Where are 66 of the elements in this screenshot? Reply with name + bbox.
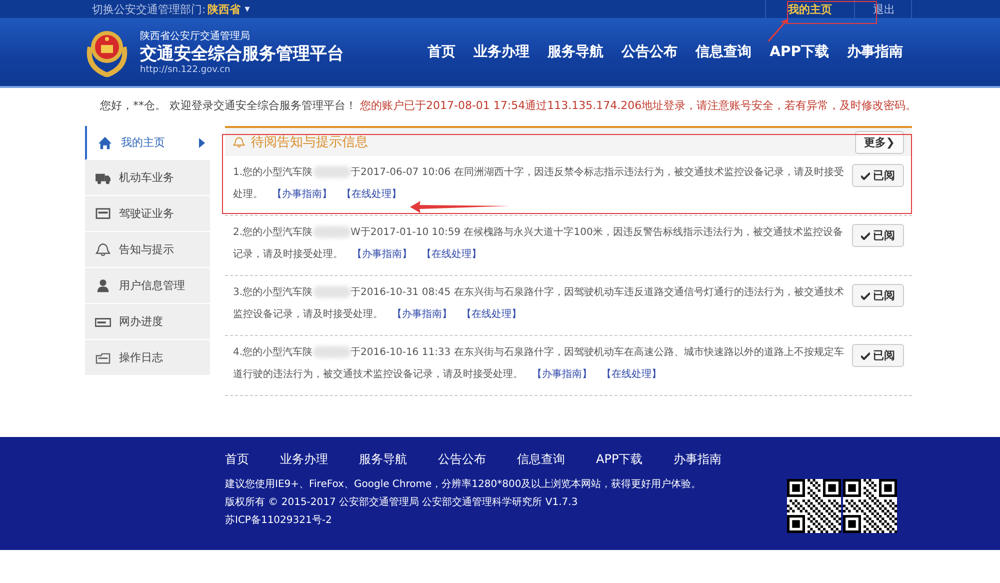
notice-text: 4.您的小型汽车陕 于2016-10-16 11:33 在东兴街与石泉路什字，因驾驶机动车在高速公路、城市快速路以外的道路上不按规定车道行驶的违法行为，被交通技术监控设备记录，请及时接受处理。 【办事指南】 【在线处理】	[233, 345, 844, 382]
read-button[interactable]: 已阅	[852, 224, 904, 247]
footer-link[interactable]: 信息查询	[517, 451, 565, 468]
sidebar-item[interactable]: 驾驶证业务	[85, 196, 210, 232]
footer-link[interactable]: 业务办理	[280, 451, 328, 468]
login-warning: 您的账户已于2017-08-01 17:54通过113.135.174.206地址登录，请注意账号安全，若有异常，及时修改密码。	[360, 99, 917, 112]
footer-link[interactable]: 办事指南	[674, 451, 722, 468]
nav-link[interactable]: 公告公布	[612, 43, 687, 61]
panel-title: 待阅告知与提示信息	[251, 134, 368, 151]
sidebar-item[interactable]: 网办进度	[85, 304, 210, 340]
card-icon	[95, 206, 111, 220]
read-button[interactable]: 已阅	[852, 284, 904, 307]
check-icon	[861, 352, 870, 360]
more-button[interactable]: 更多❯	[854, 130, 904, 154]
notice-link[interactable]: 【在线处理】	[601, 369, 662, 380]
user-icon	[95, 278, 111, 292]
welcome-text: 您好，**仓。 欢迎登录交通安全综合服务管理平台！	[100, 99, 356, 112]
nav-link[interactable]: 首页	[418, 43, 465, 61]
notice-text: 3.您的小型汽车陕 于2016-10-31 08:45 在东兴街与石泉路什字，因驾驶机动车违反道路交通信号灯通行的违法行为，被交通技术监控设备记录，请及时接受处理。 【办事指南】 【在线处理】	[233, 285, 844, 322]
sidebar-item[interactable]: 用户信息管理	[85, 268, 210, 304]
blurred-plate	[312, 166, 351, 178]
read-button[interactable]: 已阅	[852, 164, 904, 187]
notice-link[interactable]: 【在线处理】	[421, 249, 482, 260]
organization-name: 陕西省公安厅交通管理局	[140, 30, 251, 43]
check-icon	[861, 172, 870, 180]
check-icon	[861, 232, 870, 240]
caret-icon[interactable]: ▾	[244, 4, 250, 14]
department-label: 切换公安交通管理部门:	[92, 2, 206, 16]
notice-link[interactable]: 【办事指南】	[392, 309, 452, 320]
check-icon	[861, 292, 870, 300]
footer-link[interactable]: 服务导航	[359, 451, 407, 468]
sidebar-item[interactable]: 告知与提示	[85, 232, 210, 268]
home-icon	[97, 136, 113, 150]
notice-link[interactable]: 【办事指南】	[272, 189, 332, 200]
notice-link[interactable]: 【在线处理】	[341, 189, 402, 200]
bell-icon	[95, 242, 111, 256]
nav-link[interactable]: APP下载	[760, 43, 838, 61]
site-title: 交通安全综合服务管理平台	[140, 43, 344, 65]
footer-text: 建议您使用IE9+、FireFox、Google Chrome，分辨率1280*800及以上浏览本网站，获得更好用户体验。	[225, 478, 702, 492]
footer-text: 苏ICP备11029321号-2	[225, 514, 333, 528]
site-url: http://sn.122.gov.cn	[140, 65, 232, 75]
blurred-plate	[312, 286, 351, 298]
blurred-plate	[312, 346, 351, 358]
footer-link[interactable]: 首页	[225, 451, 249, 468]
sidebar-item[interactable]: 操作日志	[85, 340, 210, 376]
notice-link[interactable]: 【办事指南】	[352, 249, 412, 260]
notice-link[interactable]: 【在线处理】	[461, 309, 522, 320]
bell-icon	[233, 136, 245, 148]
footer-link[interactable]: 公告公布	[438, 451, 486, 468]
notice-link[interactable]: 【办事指南】	[532, 369, 592, 380]
read-button[interactable]: 已阅	[852, 344, 904, 367]
province-dropdown[interactable]: 陕西省	[208, 2, 241, 16]
qr-code-icon	[843, 479, 897, 533]
nav-link[interactable]: 信息查询	[686, 43, 761, 61]
blurred-plate	[312, 226, 351, 238]
sidebar-item[interactable]: 机动车业务	[85, 160, 210, 196]
annotation-arrow	[766, 18, 790, 42]
nav-link[interactable]: 办事指南	[838, 43, 912, 61]
notice-text: 1.您的小型汽车陕 于2017-06-07 10:06 在同洲湖西十字，因违反禁令标志指示违法行为，被交通技术监控设备记录，请及时接受处理。 【办事指南】 【在线处理】	[233, 165, 844, 202]
nav-link[interactable]: 服务导航	[538, 43, 613, 61]
qr-code-icon	[787, 479, 841, 533]
footer-text: 版权所有 © 2015-2017 公安部交通管理局 公安部交通管理科学研究所 V1.7.3	[225, 496, 579, 510]
nav-link[interactable]: 业务办理	[464, 43, 539, 61]
footer-link[interactable]: APP下载	[596, 451, 643, 468]
notice-text: 2.您的小型汽车陕 W于2017-01-10 10:59 在候槐路与永兴大道十字100米，因违反警告标线指示违法行为，被交通技术监控设备记录，请及时接受处理。 【办事指南】 【在线处理】	[233, 225, 844, 262]
folder-icon	[95, 350, 111, 364]
